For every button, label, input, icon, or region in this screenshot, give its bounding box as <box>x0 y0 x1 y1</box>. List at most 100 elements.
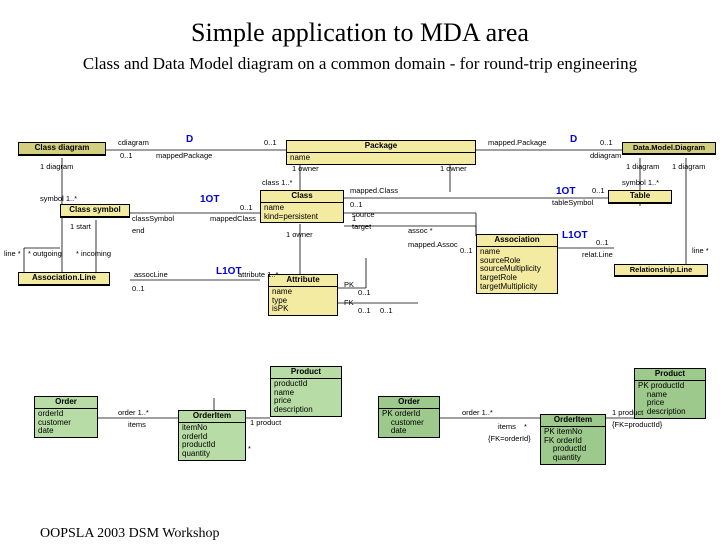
body-product-2: PK productId name price description <box>635 381 705 418</box>
lbl-class-star: class 1..* <box>262 178 292 187</box>
box-product-1: Product productIdnamepricedescription <box>270 366 342 417</box>
lbl-1ot-1: 1OT <box>200 194 219 205</box>
lbl-mappedClass2: mapped.Class <box>350 186 398 195</box>
body-orderitem-2: PK itemNoFK orderId productId quantity <box>541 427 605 464</box>
box-order-1: Order orderIdcustomerdate <box>34 396 98 438</box>
lbl-assocLine: assocLine <box>134 270 168 279</box>
box-dm-diagram: Data.Model.Diagram <box>622 142 716 155</box>
box-orderitem-1: OrderItem itemNoorderIdproductIdquantity <box>178 410 246 461</box>
lbl-01-f: 0..1 <box>592 186 605 195</box>
lbl-ddiagram: ddiagram <box>590 151 621 160</box>
lbl-01-j: 0..1 <box>358 288 371 297</box>
lbl-1diag3: 1 diagram <box>672 162 705 171</box>
hdr-rel-line: Relationship.Line <box>615 265 707 276</box>
box-association: Association namesourceRolesourceMultipli… <box>476 234 558 294</box>
box-class-symbol: Class symbol <box>60 204 130 218</box>
lbl-relatLine: relat.Line <box>582 250 613 259</box>
lbl-d2: D <box>570 134 577 145</box>
lbl-fk-orderid: {FK=orderId} <box>488 434 531 443</box>
lbl-attribute: attribute 1..* <box>238 270 278 279</box>
lbl-1ot-2: 1OT <box>556 186 575 197</box>
hdr-table: Table <box>609 191 671 203</box>
lbl-owner3: 1 owner <box>286 230 313 239</box>
body-orderitem-1: itemNoorderIdproductIdquantity <box>179 423 245 460</box>
lbl-order-rel2: order 1..* <box>462 408 493 417</box>
lbl-star2: * <box>524 422 527 431</box>
body-attribute: nametypeisPK <box>269 287 337 315</box>
lbl-assoc: assoc * <box>408 226 433 235</box>
lbl-d1: D <box>186 134 193 145</box>
lbl-01-i: 0..1 <box>132 284 145 293</box>
lbl-product-rel: 1 product <box>250 418 281 427</box>
box-order-2: Order PK orderId customer date <box>378 396 440 438</box>
box-assoc-line: Association.Line <box>18 272 110 286</box>
lbl-FK: FK <box>344 298 354 307</box>
hdr-class: Class <box>261 191 343 203</box>
box-table: Table <box>608 190 672 204</box>
body-package: name <box>287 153 475 164</box>
box-orderitem-2: OrderItem PK itemNoFK orderId productId … <box>540 414 606 465</box>
hdr-order-1: Order <box>35 397 97 409</box>
hdr-product-1: Product <box>271 367 341 379</box>
hdr-class-diagram: Class diagram <box>19 143 105 155</box>
lbl-end: end <box>132 226 145 235</box>
hdr-orderitem-2: OrderItem <box>541 415 605 427</box>
lbl-items2: items <box>498 422 516 431</box>
body-order-2: PK orderId customer date <box>379 409 439 437</box>
box-attribute: Attribute nametypeisPK <box>268 274 338 316</box>
lbl-1diag1: 1 diagram <box>40 162 73 171</box>
hdr-attribute: Attribute <box>269 275 337 287</box>
hdr-assoc-line: Association.Line <box>19 273 109 285</box>
body-order-1: orderIdcustomerdate <box>35 409 97 437</box>
hdr-dm-diagram: Data.Model.Diagram <box>623 143 715 154</box>
page-title: Simple application to MDA area <box>0 18 720 48</box>
hdr-orderitem-1: OrderItem <box>179 411 245 423</box>
lbl-1diag2: 1 diagram <box>626 162 659 171</box>
lbl-mappedClass: mappedClass <box>210 214 256 223</box>
lbl-01-k: 0..1 <box>358 306 371 315</box>
body-association: namesourceRolesourceMultiplicitytargetRo… <box>477 247 557 293</box>
lbl-01-a: 0..1 <box>120 151 133 160</box>
lbl-mappedAssoc: mapped.Assoc <box>408 240 458 249</box>
hdr-class-symbol: Class symbol <box>61 205 129 217</box>
box-class-diagram: Class diagram <box>18 142 106 156</box>
box-rel-line: Relationship.Line <box>614 264 708 277</box>
lbl-classSymbol: classSymbol <box>132 214 174 223</box>
box-product-2: Product PK productId name price descript… <box>634 368 706 419</box>
lbl-incoming: * incoming <box>76 249 111 258</box>
box-class: Class namekind=persistent <box>260 190 344 223</box>
lbl-01-e: 0..1 <box>240 203 253 212</box>
lbl-line: line * <box>4 249 21 258</box>
hdr-package: Package <box>287 141 475 153</box>
lbl-tableSymbol: tableSymbol <box>552 198 593 207</box>
lbl-order-rel: order 1..* <box>118 408 149 417</box>
lbl-outgoing: * outgoing <box>28 249 62 258</box>
lbl-PK: PK <box>344 280 354 289</box>
lbl-symbol1: symbol 1..* <box>40 194 77 203</box>
lbl-01-c: 0..1 <box>600 138 613 147</box>
diagram-canvas: Class diagram Package name Data.Model.Di… <box>0 118 720 518</box>
hdr-product-2: Product <box>635 369 705 381</box>
hdr-order-2: Order <box>379 397 439 409</box>
lbl-one-product: 1 product <box>612 408 643 417</box>
lbl-one: 1 <box>352 214 356 223</box>
lbl-symbol2: symbol 1..* <box>622 178 659 187</box>
lbl-cdiagram: cdiagram <box>118 138 149 147</box>
lbl-star: * <box>248 444 251 453</box>
page-subtitle: Class and Data Model diagram on a common… <box>0 54 720 74</box>
lbl-items: items <box>128 420 146 429</box>
lbl-01-h: 0..1 <box>596 238 609 247</box>
lbl-start: 1 start <box>70 222 91 231</box>
body-product-1: productIdnamepricedescription <box>271 379 341 416</box>
lbl-mapped-package2: mapped.Package <box>488 138 546 147</box>
lbl-01-b: 0..1 <box>264 138 277 147</box>
hdr-association: Association <box>477 235 557 247</box>
lbl-target: target <box>352 222 371 231</box>
lbl-owner2: 1 owner <box>440 164 467 173</box>
lbl-owner1: 1 owner <box>292 164 319 173</box>
body-class: namekind=persistent <box>261 203 343 223</box>
lbl-01-d: 0..1 <box>350 200 363 209</box>
connector-layer <box>0 118 720 518</box>
lbl-mapped-package: mappedPackage <box>156 151 212 160</box>
lbl-01-g: 0..1 <box>460 246 473 255</box>
